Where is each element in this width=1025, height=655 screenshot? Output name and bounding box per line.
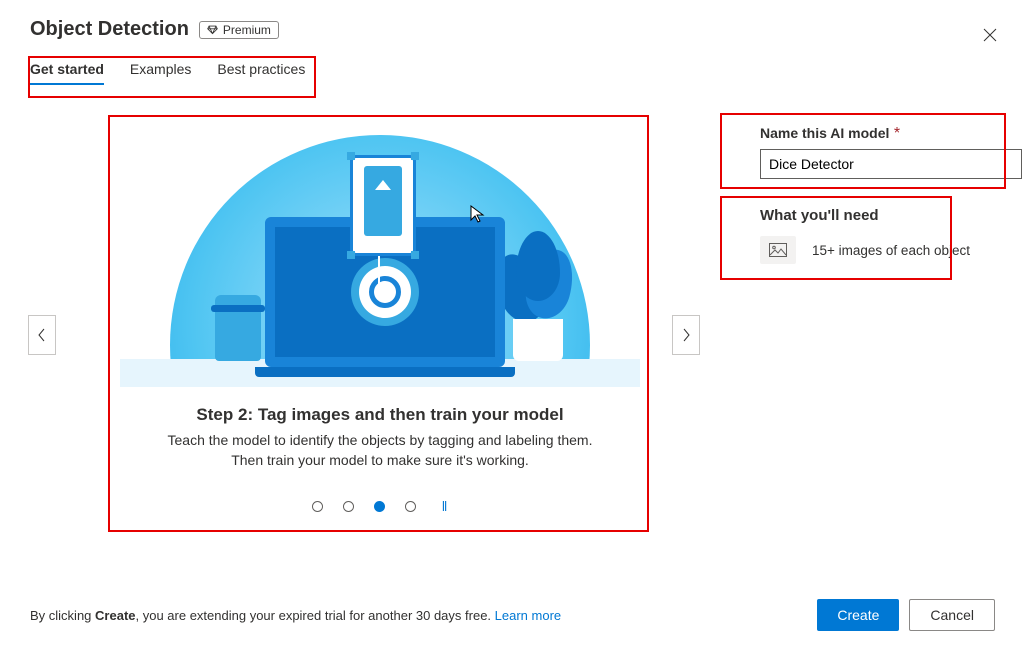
image-icon <box>760 236 796 264</box>
diamond-icon <box>207 24 218 35</box>
carousel-dot-2[interactable] <box>343 501 354 512</box>
carousel-prev-button[interactable] <box>28 315 56 355</box>
carousel-step-description: Teach the model to identify the objects … <box>150 431 610 470</box>
page-title: Object Detection <box>30 18 189 41</box>
tab-examples[interactable]: Examples <box>130 55 191 85</box>
model-name-label: Name this AI model <box>760 125 889 141</box>
chevron-right-icon <box>681 327 691 343</box>
create-button[interactable]: Create <box>817 599 899 631</box>
carousel-step-title: Step 2: Tag images and then train your m… <box>110 405 650 425</box>
required-indicator: * <box>894 125 900 142</box>
close-button[interactable] <box>979 24 1001 49</box>
cancel-button[interactable]: Cancel <box>909 599 995 631</box>
premium-badge: Premium <box>199 21 279 39</box>
carousel-pause-button[interactable]: ‖ <box>442 498 449 514</box>
footer-disclaimer: By clicking Create, you are extending yo… <box>30 608 561 623</box>
carousel-indicators: ‖ <box>110 498 650 514</box>
learn-more-link[interactable]: Learn more <box>495 608 561 623</box>
close-icon <box>983 28 997 42</box>
carousel-dot-3[interactable] <box>374 501 385 512</box>
tab-get-started[interactable]: Get started <box>30 55 104 85</box>
carousel-next-button[interactable] <box>672 315 700 355</box>
requirement-text: 15+ images of each object <box>812 243 970 258</box>
tab-best-practices[interactable]: Best practices <box>217 55 305 85</box>
cursor-icon <box>470 205 486 225</box>
carousel-dot-1[interactable] <box>312 501 323 512</box>
chevron-left-icon <box>37 327 47 343</box>
model-name-input[interactable] <box>760 149 1022 179</box>
what-youll-need-title: What you'll need <box>760 207 1022 224</box>
carousel-dot-4[interactable] <box>405 501 416 512</box>
premium-label: Premium <box>223 23 271 37</box>
carousel-illustration <box>120 115 640 387</box>
tab-bar: Get started Examples Best practices <box>30 55 995 85</box>
